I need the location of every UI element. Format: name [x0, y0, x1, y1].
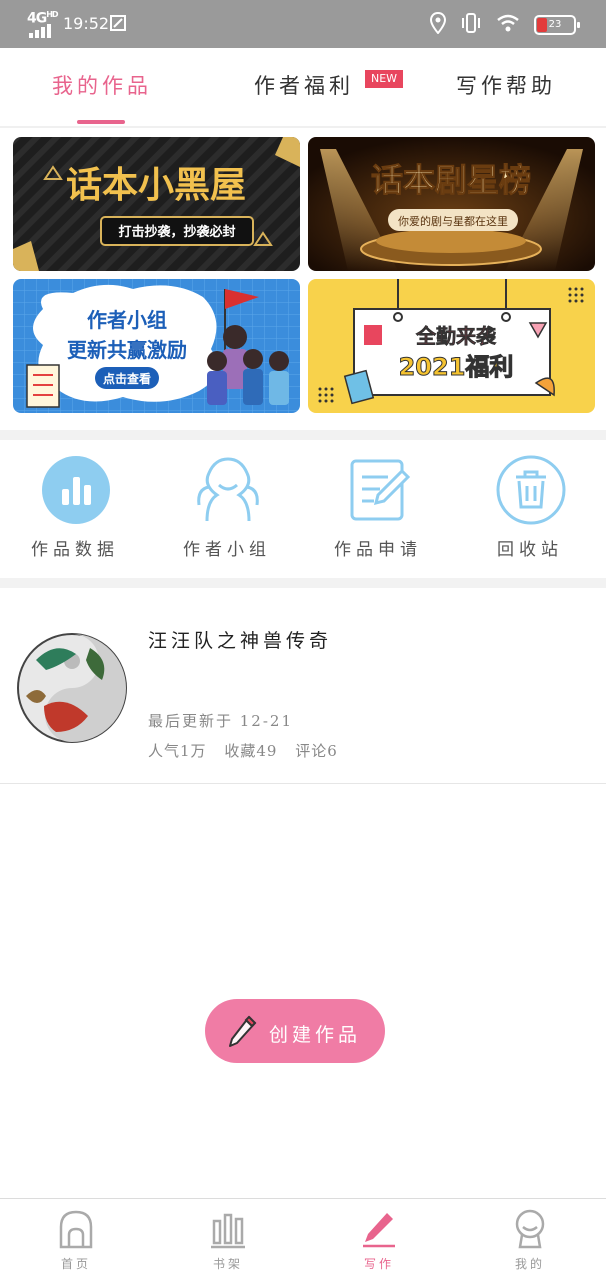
nav-bookshelf-label: 书架	[212, 1257, 243, 1271]
create-work-label: 创建作品	[269, 1024, 362, 1046]
action-work-apply-label: 作品申请	[334, 540, 422, 560]
banner-author-group-button: 点击查看	[103, 371, 151, 386]
location-icon	[429, 11, 447, 38]
tab-author-benefits[interactable]: 作者福利	[254, 70, 354, 100]
nav-profile[interactable]: 我的	[490, 1209, 570, 1279]
new-badge: NEW	[365, 70, 403, 88]
banner-star-ranking[interactable]: 话本剧星榜 你爱的剧与星都在这里	[308, 137, 595, 271]
nav-home[interactable]: 首页	[36, 1209, 116, 1279]
status-bar: 4GHD 19:52 23	[0, 0, 606, 48]
nav-writing-label: 写作	[363, 1257, 394, 1271]
work-updated: 最后更新于 12-21	[148, 712, 294, 730]
banner-star-ranking-subtitle: 你爱的剧与星都在这里	[398, 214, 508, 228]
vibrate-icon	[460, 13, 482, 37]
pencil-icon	[361, 1209, 397, 1249]
work-title: 汪汪队之神兽传奇	[148, 630, 333, 652]
banner-blackroom[interactable]: 话本小黑屋 打击抄袭，抄袭必封	[13, 137, 300, 271]
action-work-data[interactable]: 作品数据	[5, 455, 145, 570]
banner-author-group-title2: 更新共赢激励	[67, 338, 187, 362]
create-work-button[interactable]: 创建作品	[205, 999, 385, 1063]
bookshelf-icon	[210, 1209, 246, 1249]
group-icon	[193, 455, 263, 525]
work-cover-image	[16, 620, 128, 750]
trash-icon	[496, 455, 566, 525]
banner-star-ranking-title: 话本剧星榜	[371, 161, 531, 199]
action-recycle-bin[interactable]: 回收站	[460, 455, 600, 570]
banner-attendance-title1: 全勤来袭	[415, 324, 497, 348]
nav-bookshelf[interactable]: 书架	[188, 1209, 268, 1279]
action-work-apply[interactable]: 作品申请	[308, 455, 448, 570]
screenshot-icon	[109, 14, 127, 36]
nav-profile-label: 我的	[514, 1257, 545, 1271]
action-author-group[interactable]: 作者小组	[157, 455, 297, 570]
bar-chart-icon	[41, 455, 111, 525]
wifi-icon	[496, 14, 520, 36]
work-favorites: 收藏49	[224, 742, 278, 760]
work-stats: 人气1万 收藏49 评论6	[148, 740, 350, 761]
work-popularity: 人气1万	[148, 742, 207, 760]
work-list-item[interactable]: 汪汪队之神兽传奇 最后更新于 12-21 人气1万 收藏49 评论6	[0, 590, 606, 784]
banner-attendance-title2: 2021福利	[399, 353, 514, 381]
banner-blackroom-title: 话本小黑屋	[66, 165, 246, 206]
work-comments: 评论6	[295, 742, 338, 760]
home-icon	[58, 1209, 94, 1249]
banner-author-group[interactable]: 作者小组 更新共赢激励 点击查看	[13, 279, 300, 413]
section-divider	[0, 578, 606, 588]
banner-attendance-2021[interactable]: 全勤来袭 2021福利	[308, 279, 595, 413]
signal-icon	[29, 24, 51, 38]
battery-icon: 23	[534, 15, 580, 35]
top-tabs: 我的作品 作者福利 写作帮助	[0, 48, 606, 128]
nav-home-label: 首页	[60, 1257, 91, 1271]
tab-writing-help[interactable]: 写作帮助	[456, 70, 556, 100]
pencil-icon	[227, 1015, 257, 1053]
banner-blackroom-subtitle: 打击抄袭，抄袭必封	[118, 224, 235, 240]
action-work-data-label: 作品数据	[31, 540, 119, 560]
section-divider	[0, 430, 606, 440]
edit-document-icon	[344, 455, 414, 525]
tab-my-works[interactable]: 我的作品	[52, 70, 152, 100]
bottom-nav: 首页 书架 写作 我的	[0, 1198, 606, 1280]
nav-writing[interactable]: 写作	[339, 1209, 419, 1279]
status-time: 19:52	[63, 14, 110, 33]
banner-author-group-title1: 作者小组	[87, 308, 167, 332]
tab-indicator	[77, 120, 125, 124]
action-recycle-bin-label: 回收站	[497, 540, 563, 560]
profile-icon	[512, 1209, 548, 1249]
action-author-group-label: 作者小组	[183, 540, 271, 560]
